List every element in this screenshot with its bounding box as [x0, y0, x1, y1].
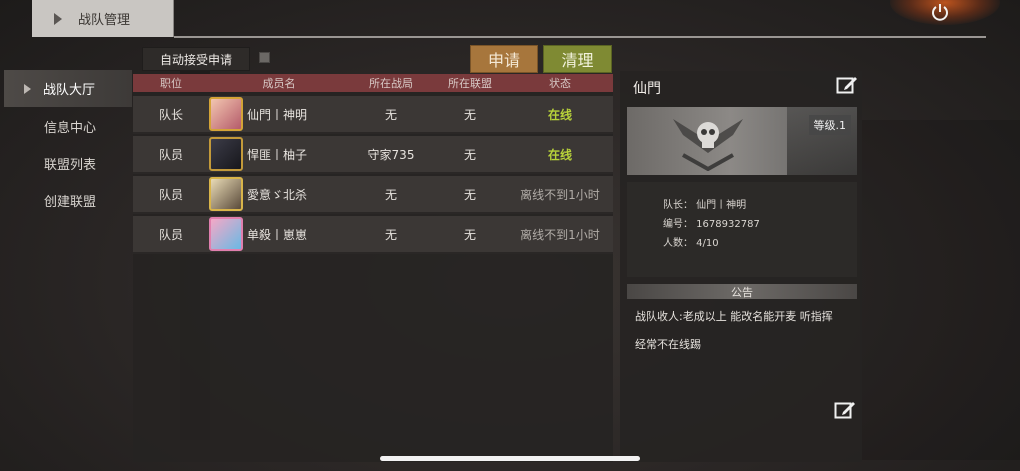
table-row[interactable]: 队长 仙門丨神明 无 无 在线: [133, 96, 613, 134]
team-info-box: 队长： 仙門丨神明 编号： 1678932787 人数： 4/10: [627, 182, 857, 277]
leader-line: 队长： 仙門丨神明: [663, 200, 747, 211]
auto-accept-label: 自动接受申请: [142, 47, 250, 71]
edit-notice-icon[interactable]: [833, 399, 857, 421]
power-icon: [932, 4, 948, 21]
column-header-role: 职位: [160, 77, 182, 90]
column-header-alliance: 所在联盟: [448, 77, 492, 90]
skull-emblem-icon: [673, 119, 743, 171]
role-cell: 队员: [158, 147, 183, 162]
column-header-match: 所在战局: [369, 77, 413, 90]
team-id-line: 编号： 1678932787: [663, 219, 760, 230]
match-cell: 无: [384, 107, 397, 122]
avatar[interactable]: [209, 97, 243, 131]
role-cell: 队长: [158, 107, 183, 122]
table-row[interactable]: 队员 单殺丨崽崽 无 无 离线不到1小时: [133, 216, 613, 254]
avatar[interactable]: [209, 217, 243, 251]
table-row[interactable]: 队员 悍匪丨柚子 守家735 无 在线: [133, 136, 613, 174]
power-button[interactable]: [926, 0, 954, 24]
sidebar-item-label: 信息中心: [44, 121, 97, 136]
status-cell: 在线: [547, 107, 572, 122]
page-title-tab: 战队管理: [32, 0, 174, 37]
table-row[interactable]: 队员 愛意ゞ北杀 无 无 离线不到1小时: [133, 176, 613, 214]
page-title: 战队管理: [78, 13, 131, 28]
column-header-name: 成员名: [262, 77, 296, 90]
team-banner: 等级.1: [627, 107, 857, 175]
alliance-cell: 无: [463, 147, 476, 162]
team-info-panel: 仙門 等级.1 队长： 仙門丨神明 编号： 1678932787 人数： 4/1…: [620, 71, 862, 462]
sidebar-item-create-alliance[interactable]: 创建联盟: [4, 182, 132, 219]
member-table: 职位 成员名 所在战局 所在联盟 状态 队长 仙門丨神明 无 无 在线 队员 悍…: [133, 74, 613, 462]
team-name: 仙門: [633, 81, 661, 97]
sidebar-item-info-center[interactable]: 信息中心: [4, 108, 132, 145]
active-arrow-icon: [24, 83, 31, 94]
member-name: 单殺丨崽崽: [247, 227, 308, 242]
member-name: 悍匪丨柚子: [247, 147, 308, 162]
member-count-line: 人数： 4/10: [663, 238, 719, 249]
status-cell: 在线: [547, 147, 572, 162]
role-cell: 队员: [158, 227, 183, 242]
clear-button[interactable]: 清理: [543, 45, 612, 73]
notice-title: 公告: [627, 284, 857, 299]
name-cell: 单殺丨崽崽: [209, 216, 349, 252]
apply-button[interactable]: 申请: [470, 45, 538, 73]
title-arrow-icon: [54, 12, 62, 25]
level-badge: 等级.1: [808, 115, 851, 135]
table-header: 职位 成员名 所在战局 所在联盟 状态: [133, 74, 613, 92]
status-cell: 离线不到1小时: [520, 227, 600, 242]
sidebar-item-label: 创建联盟: [44, 195, 97, 210]
member-name: 愛意ゞ北杀: [247, 187, 308, 202]
home-indicator[interactable]: [380, 456, 640, 461]
auto-accept-checkbox[interactable]: [259, 52, 270, 63]
notice-line: 经常不在线踢: [635, 338, 701, 351]
match-cell: 无: [384, 227, 397, 242]
name-cell: 愛意ゞ北杀: [209, 176, 349, 212]
avatar[interactable]: [209, 177, 243, 211]
status-cell: 离线不到1小时: [520, 187, 600, 202]
match-cell: 守家735: [367, 147, 415, 162]
edit-name-icon[interactable]: [835, 74, 859, 96]
member-name: 仙門丨神明: [247, 107, 308, 122]
alliance-cell: 无: [463, 107, 476, 122]
alliance-cell: 无: [463, 227, 476, 242]
sidebar-item-alliance-list[interactable]: 联盟列表: [4, 145, 132, 182]
column-header-status: 状态: [549, 77, 571, 90]
match-cell: 无: [384, 187, 397, 202]
sidebar-item-team-hall[interactable]: 战队大厅: [4, 70, 132, 107]
avatar[interactable]: [209, 137, 243, 171]
sidebar-item-label: 战队大厅: [43, 83, 96, 98]
role-cell: 队员: [158, 187, 183, 202]
notice-line: 战队收人:老成以上 能改名能开麦 听指挥: [635, 310, 833, 323]
background-shadow: [860, 120, 1020, 460]
alliance-cell: 无: [463, 187, 476, 202]
name-cell: 悍匪丨柚子: [209, 136, 349, 172]
title-divider: [174, 36, 986, 38]
name-cell: 仙門丨神明: [209, 96, 349, 132]
sidebar-item-label: 联盟列表: [44, 158, 97, 173]
